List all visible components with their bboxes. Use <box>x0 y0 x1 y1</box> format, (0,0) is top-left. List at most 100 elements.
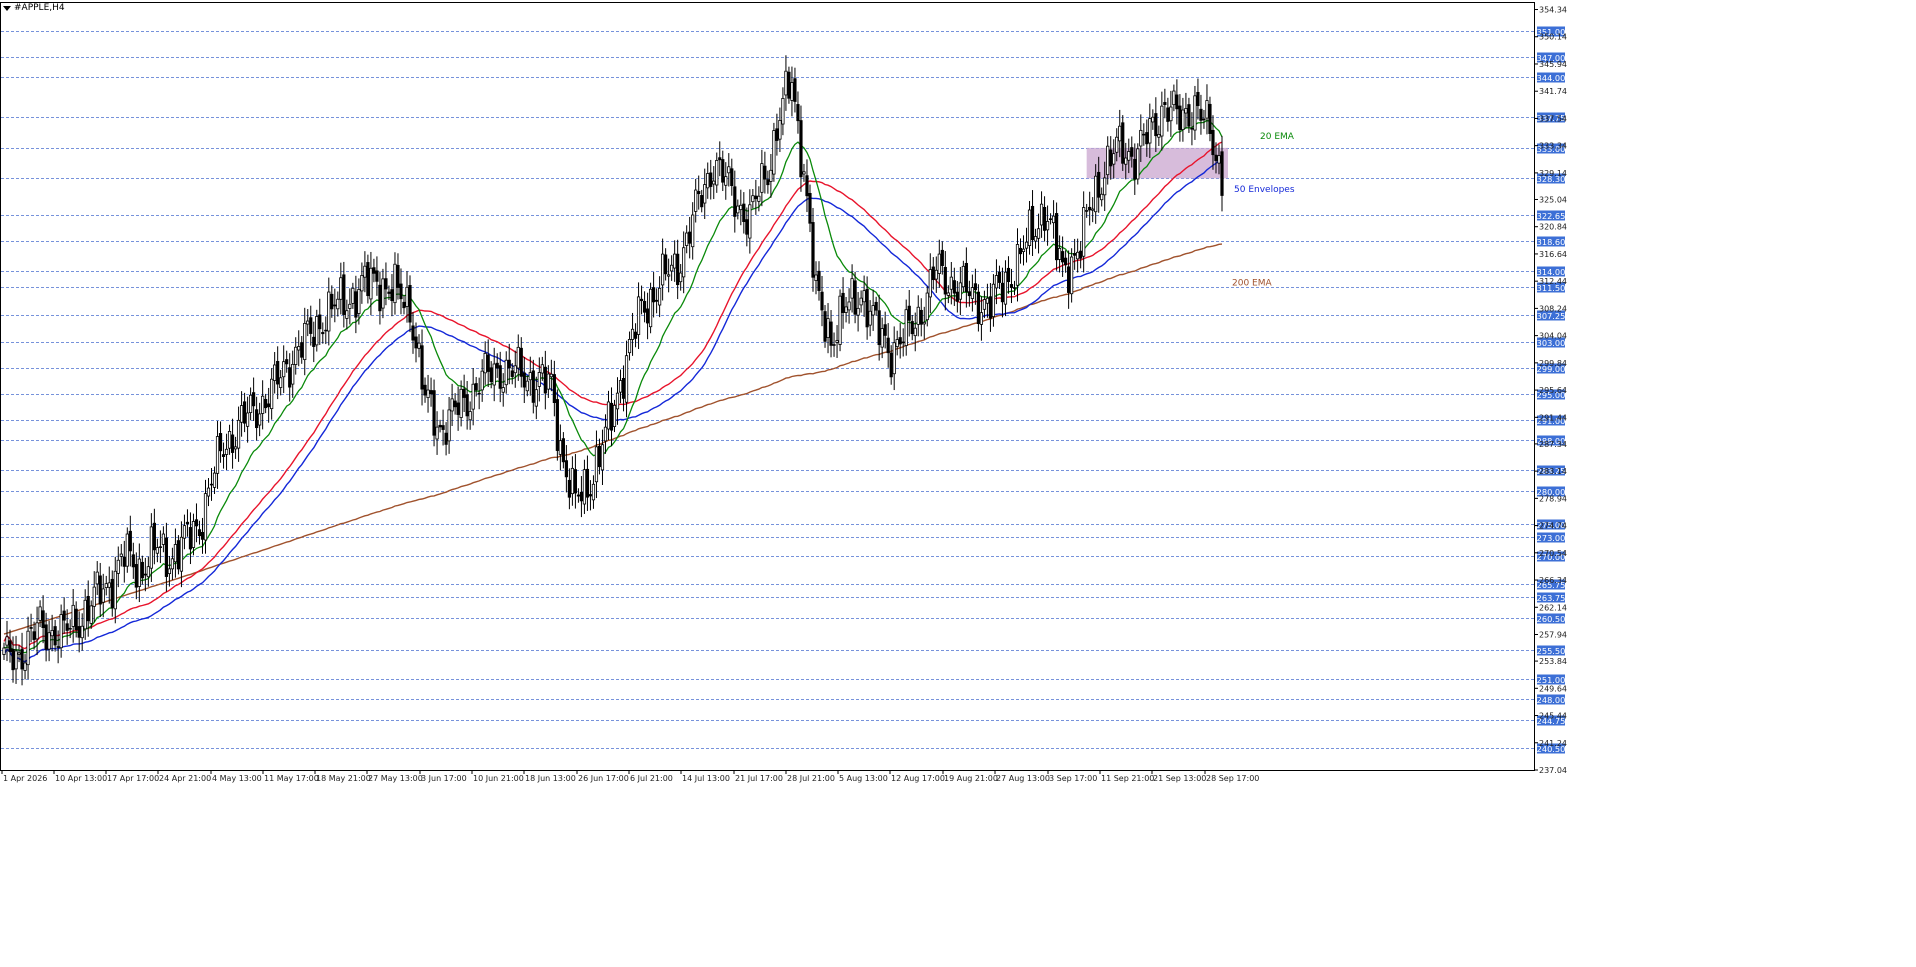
candle-body <box>970 287 974 299</box>
chart-title-bar[interactable]: #APPLE,H4 <box>3 3 65 13</box>
candle-body <box>227 430 232 449</box>
candle-body <box>603 426 608 442</box>
candle-body <box>1112 153 1116 165</box>
candle-body <box>1139 129 1143 147</box>
candle-body <box>155 547 159 554</box>
candle-body <box>567 479 571 498</box>
candle-body <box>366 262 370 297</box>
candle-body <box>715 159 719 186</box>
candle-body <box>233 446 238 450</box>
candle-body <box>658 287 662 306</box>
candle-body <box>820 291 824 311</box>
candle-body <box>585 468 590 498</box>
candle-body <box>146 566 150 578</box>
candle-body <box>74 608 78 631</box>
candle-body <box>591 483 596 501</box>
y-tick-label: 345.94 <box>1539 60 1567 69</box>
candle-body <box>525 380 529 392</box>
candle-body <box>38 606 42 621</box>
x-tick-label: 18 May 21:00 <box>316 774 371 783</box>
candle-body <box>883 324 887 336</box>
candle-body <box>429 390 433 395</box>
candle-body <box>1187 104 1191 127</box>
candle-body <box>703 184 707 204</box>
candle-body <box>426 389 430 399</box>
candle-body <box>128 530 132 552</box>
candle-body <box>832 344 836 346</box>
candle-body <box>188 527 193 550</box>
candle-body <box>994 275 999 289</box>
candle-body <box>393 263 397 304</box>
candle-body <box>790 82 794 101</box>
candle-body <box>667 274 671 277</box>
candle-body <box>333 304 337 307</box>
candle-body <box>1015 244 1020 286</box>
candle-body <box>528 372 532 381</box>
candle-body <box>167 568 172 575</box>
price-level-label: 260.50 <box>1537 614 1566 624</box>
candle-body <box>44 624 48 650</box>
candle-body <box>158 546 162 548</box>
candle-body <box>62 610 66 621</box>
candle-body <box>330 293 334 310</box>
candle-body <box>826 318 830 339</box>
candle-body <box>203 493 208 541</box>
candle-body <box>691 214 695 248</box>
candle-body <box>1118 125 1122 142</box>
candle-body <box>600 444 605 471</box>
chart-window[interactable]: 20 EMA 50 Envelopes 200 EMA 351.00 347.00 34… <box>0 0 1916 963</box>
candle-body <box>288 367 292 388</box>
candle-body <box>516 346 520 369</box>
candle-body <box>1127 151 1131 161</box>
candle-body <box>1136 148 1140 180</box>
candle-body <box>1082 207 1086 257</box>
candle-body <box>492 363 496 386</box>
candle-body <box>375 270 379 282</box>
candle-body <box>324 329 328 332</box>
candle-body <box>652 287 656 303</box>
candle-body <box>252 392 256 407</box>
y-tick-label: 329.14 <box>1539 169 1567 178</box>
candle-body <box>618 380 623 393</box>
x-tick-label: 17 Apr 17:00 <box>107 774 159 783</box>
candle-body <box>787 71 791 99</box>
candle-body <box>531 370 535 403</box>
series-label-2: 200 EMA <box>1232 278 1272 288</box>
candle-body <box>116 559 120 574</box>
candle-body <box>273 364 277 381</box>
candle-body <box>474 383 478 391</box>
candle-body <box>664 254 668 275</box>
candle-body <box>907 305 911 321</box>
candle-body <box>477 392 481 395</box>
candle-body <box>670 264 674 272</box>
x-tick-label: 14 Jul 13:00 <box>682 774 730 783</box>
time-axis[interactable]: 1 Apr 2026 10 Apr 13:00 17 Apr 17:00 24 Apr… <box>1 770 1259 783</box>
candle-body <box>709 172 713 187</box>
candle-body <box>639 298 644 302</box>
candle-body <box>200 532 205 540</box>
candle-body <box>173 544 178 563</box>
price-axis[interactable]: 351.00347.00344.00337.75333.00328.30322.… <box>1535 6 1567 775</box>
dropdown-triangle-icon[interactable] <box>3 5 11 11</box>
candle-body <box>306 320 310 325</box>
y-tick-label: 291.44 <box>1539 413 1567 422</box>
candle-body <box>754 195 758 200</box>
candle-body <box>1073 253 1077 256</box>
candle-body <box>309 317 313 334</box>
candle-body <box>1033 236 1038 242</box>
candle-body <box>1190 127 1194 130</box>
chart-title: #APPLE,H4 <box>14 3 65 13</box>
candle-body <box>850 278 854 299</box>
y-tick-label: 295.64 <box>1539 386 1567 395</box>
candle-body <box>799 120 803 178</box>
candle-body <box>718 157 722 161</box>
candle-body <box>92 586 96 607</box>
candle-body <box>125 533 129 567</box>
candle-body <box>113 570 117 610</box>
candle-body <box>742 203 746 222</box>
candle-body <box>844 306 848 313</box>
candle-body <box>77 626 81 638</box>
x-tick-label: 3 Sep 17:00 <box>1049 774 1097 783</box>
price-chart[interactable]: 20 EMA 50 Envelopes 200 EMA 351.00347.0034… <box>0 0 1916 963</box>
candle-body <box>462 388 466 398</box>
